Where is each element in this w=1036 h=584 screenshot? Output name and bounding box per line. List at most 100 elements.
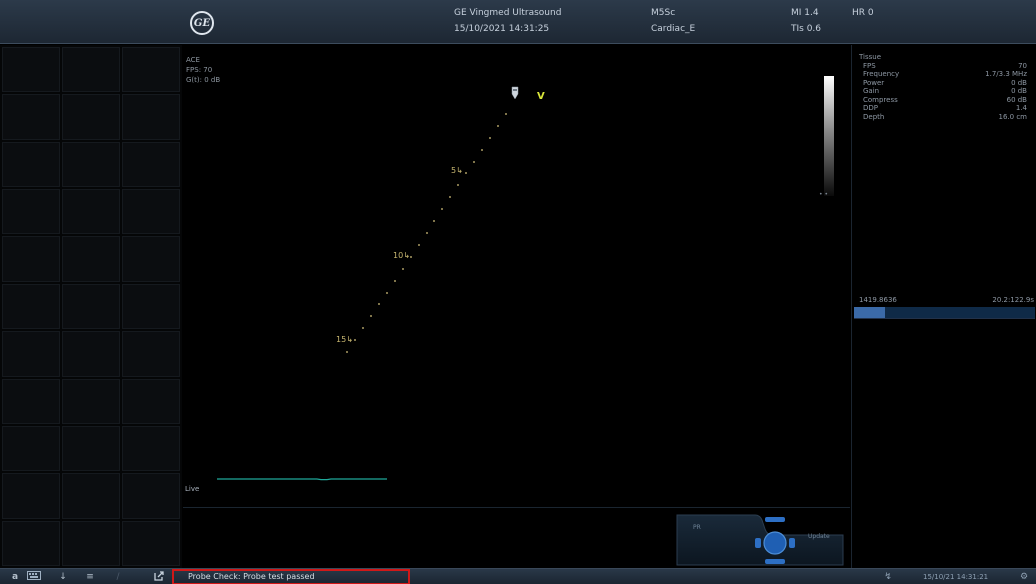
system-name: GE Vingmed Ultrasound (454, 8, 562, 18)
info-value: 0 dB (1011, 87, 1027, 95)
depth-dot (377, 303, 380, 306)
thumbnail-slot[interactable] (62, 378, 120, 424)
trackball-icon (763, 531, 787, 555)
pen-icon[interactable]: ∕ (112, 570, 124, 584)
info-label: DDP (863, 104, 879, 112)
thumbnail-slot[interactable] (62, 425, 120, 472)
info-label: Power (863, 78, 885, 87)
depth-dot (481, 148, 484, 151)
depth-dot (505, 112, 508, 115)
depth-dot (449, 196, 452, 199)
heart-rate: HR 0 (852, 8, 874, 18)
thumbnail-slot[interactable] (122, 520, 180, 566)
info-value: 70 (1018, 61, 1027, 70)
thumbnail-slot[interactable] (122, 189, 180, 235)
depth-dot (441, 208, 444, 211)
thumbnail-slot[interactable] (122, 283, 180, 330)
thumbnail-slot[interactable] (122, 473, 180, 519)
depth-label-5: 5↳ (451, 166, 463, 175)
thumbnail-slot[interactable] (62, 331, 120, 377)
probe-orientation-icon (511, 86, 519, 100)
ultrasound-image-area[interactable]: ACE FPS: 70 G(t): 0 dB V 5↳ 10↳ 15↳ • • … (183, 45, 850, 507)
thumbnail-slot[interactable] (2, 378, 60, 424)
thumbnail-slot[interactable] (122, 331, 180, 377)
depth-dot (473, 160, 476, 163)
depth-dot (489, 136, 492, 139)
keyboard-icon[interactable] (26, 570, 42, 584)
depth-dot (457, 184, 460, 187)
thumbnail-slot[interactable] (62, 520, 120, 566)
thumbnail-slot[interactable] (62, 141, 120, 188)
info-value: 0 dB (1011, 78, 1027, 87)
thumbnail-slot[interactable] (62, 283, 120, 330)
thumbnail-slot[interactable] (2, 473, 60, 519)
grayscale-bar (824, 76, 834, 196)
export-icon[interactable] (152, 570, 166, 584)
thumbnail-slot[interactable] (2, 94, 60, 140)
status-datetime: 15/10/21 14:31:21 (923, 573, 989, 581)
download-icon[interactable]: ↓ (57, 570, 69, 584)
thumbnail-slot[interactable] (2, 236, 60, 282)
list-icon[interactable]: ≡ (84, 570, 96, 584)
clipboard-thumbnails (0, 45, 182, 568)
top-bar: GE GE Vingmed Ultrasound 15/10/2021 14:3… (0, 0, 1036, 44)
trackball-up-segment (765, 517, 785, 522)
overlay-gain: G(t): 0 dB (186, 76, 221, 84)
thumbnail-slot[interactable] (122, 236, 180, 282)
exam-datetime: 15/10/2021 14:31:25 (454, 24, 550, 34)
trackball-down-segment (765, 559, 785, 564)
a-button[interactable]: a (10, 570, 20, 584)
right-info-panel: Tissue FPS 70 Frequency 1.7/3.3 MHz Power 0 d… (851, 45, 1036, 568)
thumbnail-slot[interactable] (2, 189, 60, 235)
info-row: Frequency 1.7/3.3 MHz (859, 70, 1027, 79)
thumbnail-slot[interactable] (2, 520, 60, 566)
cine-progress-bar[interactable] (854, 307, 1035, 318)
info-row: Power 0 dB (859, 79, 1027, 88)
thumbnail-slot[interactable] (62, 189, 120, 235)
grayscale-ticks: • • (819, 191, 828, 198)
live-label: Live (185, 485, 200, 493)
power-plug-icon: ↯ (884, 572, 892, 582)
thumbnail-slot[interactable] (2, 425, 60, 472)
info-label: Frequency (863, 70, 900, 78)
info-value: 1.4 (1015, 104, 1027, 112)
info-label: FPS (863, 61, 876, 70)
thumbnail-slot[interactable] (122, 47, 180, 93)
thumbnail-slot[interactable] (122, 425, 180, 472)
info-label: Compress (863, 95, 898, 104)
settings-icon[interactable]: ⚙ (1018, 570, 1030, 584)
cine-time-right: 20.2:122.9s (992, 296, 1034, 304)
thumbnail-slot[interactable] (122, 141, 180, 188)
thumbnail-slot[interactable] (62, 236, 120, 282)
status-message: Probe Check: Probe test passed (172, 569, 410, 584)
thumbnail-slot[interactable] (62, 94, 120, 140)
overlay-fps: FPS: 70 (186, 66, 213, 74)
depth-dot (409, 255, 412, 258)
info-row: FPS 70 (859, 62, 1027, 71)
info-title: Tissue (859, 53, 882, 61)
thumbnail-slot[interactable] (62, 473, 120, 519)
thumbnail-slot[interactable] (122, 378, 180, 424)
depth-dot (417, 243, 420, 246)
thumbnail-slot[interactable] (2, 331, 60, 377)
depth-dot (401, 267, 404, 270)
depth-dot (393, 279, 396, 282)
depth-label-10: 10↳ (393, 251, 410, 260)
trackball-left-label[interactable]: PR (693, 524, 701, 531)
thumbnail-slot[interactable] (62, 47, 120, 93)
depth-dot (361, 327, 364, 330)
depth-dot (465, 172, 468, 175)
ge-logo: GE (190, 11, 214, 35)
trackball-update-label[interactable]: Update (808, 533, 830, 540)
info-row: Depth 16.0 cm (859, 113, 1027, 122)
thumbnail-slot[interactable] (122, 94, 180, 140)
depth-dot (433, 220, 436, 223)
thumbnail-slot[interactable] (2, 141, 60, 188)
thumbnail-slot[interactable] (2, 283, 60, 330)
thumbnail-slot[interactable] (2, 47, 60, 93)
parameter-list: Tissue FPS 70 Frequency 1.7/3.3 MHz Power 0 d… (859, 53, 1027, 121)
trackball-left-segment (755, 538, 761, 548)
info-value: 60 dB (1006, 95, 1027, 104)
depth-dot (425, 232, 428, 234)
depth-dot (345, 351, 348, 354)
